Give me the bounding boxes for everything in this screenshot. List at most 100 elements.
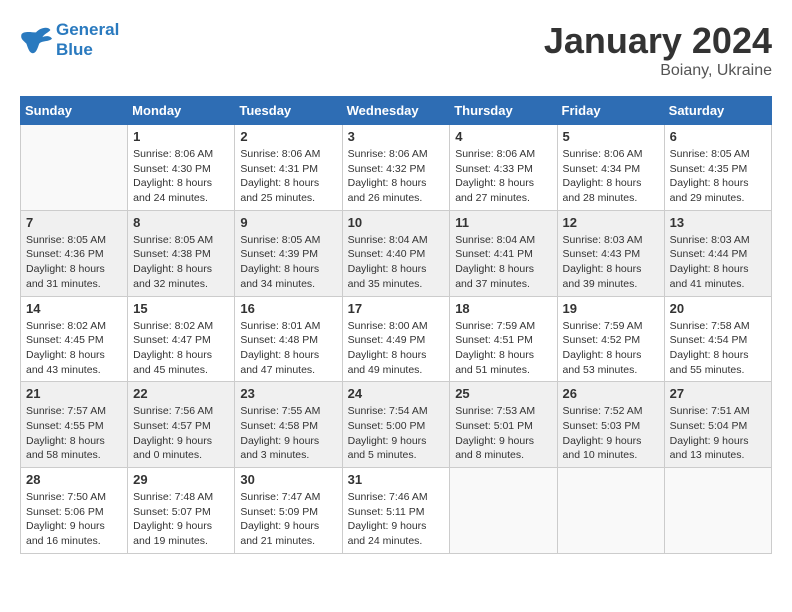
calendar-cell — [21, 125, 128, 211]
day-number: 17 — [348, 301, 445, 316]
calendar-cell: 10 Sunrise: 8:04 AM Sunset: 4:40 PM Dayli… — [342, 210, 450, 296]
day-info: Sunrise: 8:06 AM Sunset: 4:34 PM Dayligh… — [563, 147, 659, 206]
day-info: Sunrise: 7:59 AM Sunset: 4:52 PM Dayligh… — [563, 319, 659, 378]
calendar-cell: 16Sunrise: 8:01 AM Sunset: 4:48 PM Dayli… — [235, 296, 342, 382]
calendar-week-row: 1Sunrise: 8:06 AM Sunset: 4:30 PM Daylig… — [21, 125, 772, 211]
day-header-monday: Monday — [128, 97, 235, 125]
day-number: 12 — [563, 215, 659, 230]
calendar-cell: 7 Sunrise: 8:05 AM Sunset: 4:36 PM Daylig… — [21, 210, 128, 296]
day-number: 7 — [26, 215, 122, 230]
day-number: 11 — [455, 215, 551, 230]
day-info: Sunrise: 7:52 AM Sunset: 5:03 PM Dayligh… — [563, 404, 659, 463]
day-number: 26 — [563, 386, 659, 401]
calendar-cell: 28Sunrise: 7:50 AM Sunset: 5:06 PM Dayli… — [21, 468, 128, 554]
day-number: 23 — [240, 386, 336, 401]
calendar-cell: 5Sunrise: 8:06 AM Sunset: 4:34 PM Daylig… — [557, 125, 664, 211]
calendar-cell — [450, 468, 557, 554]
day-number: 6 — [670, 129, 766, 144]
day-number: 27 — [670, 386, 766, 401]
day-info: Sunrise: 7:58 AM Sunset: 4:54 PM Dayligh… — [670, 319, 766, 378]
day-number: 2 — [240, 129, 336, 144]
calendar-cell: 14 Sunrise: 8:02 AM Sunset: 4:45 PM Dayli… — [21, 296, 128, 382]
day-number: 9 — [240, 215, 336, 230]
day-number: 16 — [240, 301, 336, 316]
day-number: 20 — [670, 301, 766, 316]
calendar-table: SundayMondayTuesdayWednesdayThursdayFrid… — [20, 96, 772, 554]
calendar-cell: 22 Sunrise: 7:56 AM Sunset: 4:57 PM Dayli… — [128, 382, 235, 468]
day-number: 25 — [455, 386, 551, 401]
calendar-header-row: SundayMondayTuesdayWednesdayThursdayFrid… — [21, 97, 772, 125]
day-number: 28 — [26, 472, 122, 487]
day-number: 22 — [133, 386, 229, 401]
calendar-cell: 24 Sunrise: 7:54 AM Sunset: 5:00 PM Dayli… — [342, 382, 450, 468]
day-header-sunday: Sunday — [21, 97, 128, 125]
calendar-cell: 25 Sunrise: 7:53 AM Sunset: 5:01 PM Dayli… — [450, 382, 557, 468]
day-header-thursday: Thursday — [450, 97, 557, 125]
day-info: Sunrise: 8:04 AM Sunset: 4:41 PM Dayligh… — [455, 233, 551, 292]
day-number: 10 — [348, 215, 445, 230]
calendar-cell: 3Sunrise: 8:06 AM Sunset: 4:32 PM Daylig… — [342, 125, 450, 211]
day-number: 13 — [670, 215, 766, 230]
day-info: Sunrise: 7:57 AM Sunset: 4:55 PM Dayligh… — [26, 404, 122, 463]
day-info: Sunrise: 8:05 AM Sunset: 4:39 PM Dayligh… — [240, 233, 336, 292]
day-number: 15 — [133, 301, 229, 316]
calendar-cell: 13 Sunrise: 8:03 AM Sunset: 4:44 PM Dayli… — [664, 210, 771, 296]
calendar-cell: 26 Sunrise: 7:52 AM Sunset: 5:03 PM Dayli… — [557, 382, 664, 468]
calendar-week-row: 14 Sunrise: 8:02 AM Sunset: 4:45 PM Dayli… — [21, 296, 772, 382]
day-info: Sunrise: 8:02 AM Sunset: 4:45 PM Dayligh… — [26, 319, 122, 378]
logo-text: General Blue — [56, 20, 119, 60]
day-number: 31 — [348, 472, 445, 487]
day-info: Sunrise: 7:46 AM Sunset: 5:11 PM Dayligh… — [348, 490, 445, 549]
day-info: Sunrise: 8:04 AM Sunset: 4:40 PM Dayligh… — [348, 233, 445, 292]
day-info: Sunrise: 8:05 AM Sunset: 4:35 PM Dayligh… — [670, 147, 766, 206]
day-info: Sunrise: 7:51 AM Sunset: 5:04 PM Dayligh… — [670, 404, 766, 463]
day-header-friday: Friday — [557, 97, 664, 125]
day-number: 30 — [240, 472, 336, 487]
calendar-cell: 2Sunrise: 8:06 AM Sunset: 4:31 PM Daylig… — [235, 125, 342, 211]
calendar-cell: 4 Sunrise: 8:06 AM Sunset: 4:33 PM Daylig… — [450, 125, 557, 211]
day-info: Sunrise: 8:00 AM Sunset: 4:49 PM Dayligh… — [348, 319, 445, 378]
day-number: 19 — [563, 301, 659, 316]
calendar-cell: 12Sunrise: 8:03 AM Sunset: 4:43 PM Dayli… — [557, 210, 664, 296]
logo: General Blue — [20, 20, 119, 60]
day-info: Sunrise: 8:06 AM Sunset: 4:32 PM Dayligh… — [348, 147, 445, 206]
calendar-cell — [664, 468, 771, 554]
calendar-week-row: 28Sunrise: 7:50 AM Sunset: 5:06 PM Dayli… — [21, 468, 772, 554]
day-info: Sunrise: 7:55 AM Sunset: 4:58 PM Dayligh… — [240, 404, 336, 463]
day-header-wednesday: Wednesday — [342, 97, 450, 125]
location: Boiany, Ukraine — [544, 62, 772, 80]
day-info: Sunrise: 8:02 AM Sunset: 4:47 PM Dayligh… — [133, 319, 229, 378]
day-info: Sunrise: 8:05 AM Sunset: 4:38 PM Dayligh… — [133, 233, 229, 292]
day-info: Sunrise: 8:05 AM Sunset: 4:36 PM Dayligh… — [26, 233, 122, 292]
calendar-cell: 23 Sunrise: 7:55 AM Sunset: 4:58 PM Dayli… — [235, 382, 342, 468]
calendar-cell: 9 Sunrise: 8:05 AM Sunset: 4:39 PM Daylig… — [235, 210, 342, 296]
day-header-tuesday: Tuesday — [235, 97, 342, 125]
page-header: General Blue January 2024 Boiany, Ukrain… — [20, 20, 772, 80]
calendar-cell: 30 Sunrise: 7:47 AM Sunset: 5:09 PM Dayli… — [235, 468, 342, 554]
day-number: 14 — [26, 301, 122, 316]
day-info: Sunrise: 7:54 AM Sunset: 5:00 PM Dayligh… — [348, 404, 445, 463]
day-info: Sunrise: 7:53 AM Sunset: 5:01 PM Dayligh… — [455, 404, 551, 463]
logo-icon — [20, 26, 52, 54]
day-info: Sunrise: 8:03 AM Sunset: 4:44 PM Dayligh… — [670, 233, 766, 292]
calendar-week-row: 21 Sunrise: 7:57 AM Sunset: 4:55 PM Dayli… — [21, 382, 772, 468]
day-header-saturday: Saturday — [664, 97, 771, 125]
day-number: 18 — [455, 301, 551, 316]
day-info: Sunrise: 7:59 AM Sunset: 4:51 PM Dayligh… — [455, 319, 551, 378]
day-info: Sunrise: 7:48 AM Sunset: 5:07 PM Dayligh… — [133, 490, 229, 549]
calendar-cell: 27 Sunrise: 7:51 AM Sunset: 5:04 PM Dayli… — [664, 382, 771, 468]
day-info: Sunrise: 8:06 AM Sunset: 4:33 PM Dayligh… — [455, 147, 551, 206]
day-info: Sunrise: 7:47 AM Sunset: 5:09 PM Dayligh… — [240, 490, 336, 549]
calendar-cell: 11 Sunrise: 8:04 AM Sunset: 4:41 PM Dayli… — [450, 210, 557, 296]
calendar-cell: 17 Sunrise: 8:00 AM Sunset: 4:49 PM Dayli… — [342, 296, 450, 382]
day-number: 4 — [455, 129, 551, 144]
calendar-cell: 6 Sunrise: 8:05 AM Sunset: 4:35 PM Daylig… — [664, 125, 771, 211]
calendar-cell: 19 Sunrise: 7:59 AM Sunset: 4:52 PM Dayli… — [557, 296, 664, 382]
calendar-cell: 21 Sunrise: 7:57 AM Sunset: 4:55 PM Dayli… — [21, 382, 128, 468]
day-number: 24 — [348, 386, 445, 401]
day-info: Sunrise: 7:56 AM Sunset: 4:57 PM Dayligh… — [133, 404, 229, 463]
day-number: 21 — [26, 386, 122, 401]
calendar-cell: 29Sunrise: 7:48 AM Sunset: 5:07 PM Dayli… — [128, 468, 235, 554]
calendar-cell: 15 Sunrise: 8:02 AM Sunset: 4:47 PM Dayli… — [128, 296, 235, 382]
calendar-cell: 8Sunrise: 8:05 AM Sunset: 4:38 PM Daylig… — [128, 210, 235, 296]
